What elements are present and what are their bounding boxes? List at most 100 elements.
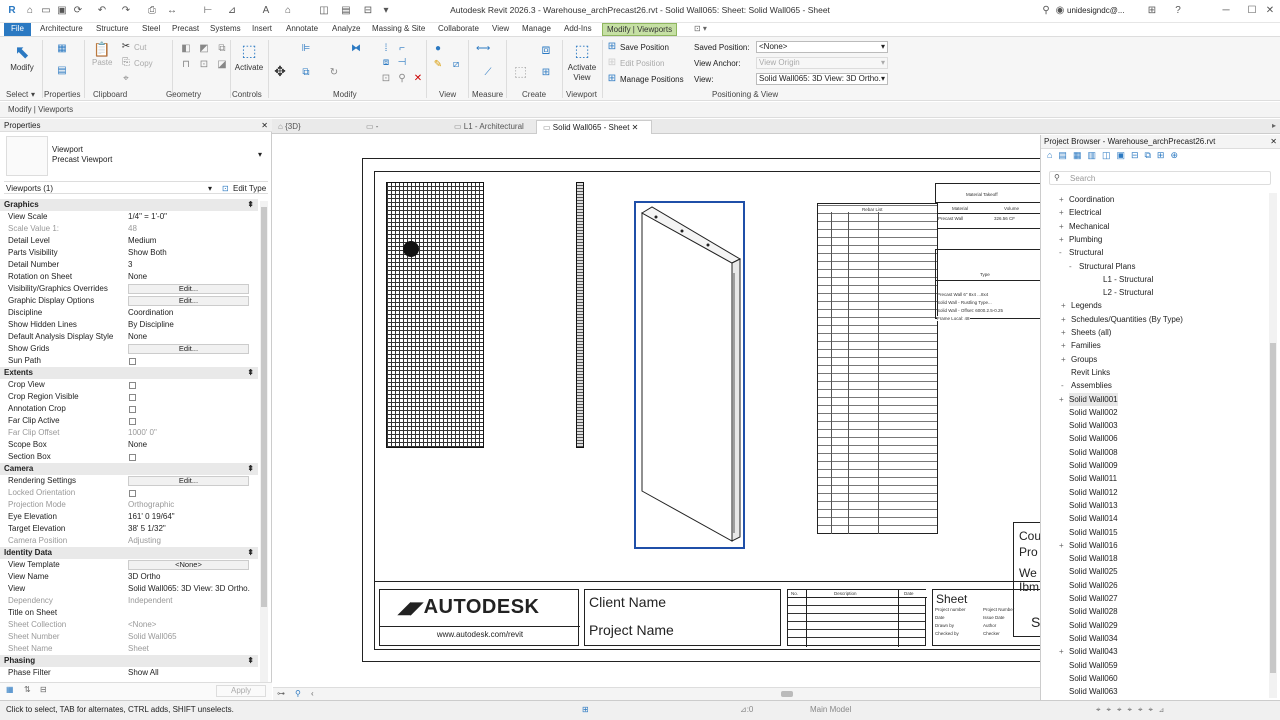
tree-item[interactable]: Solid Wall011	[1069, 472, 1117, 485]
tree-item[interactable]: Solid Wall013	[1069, 499, 1118, 512]
properties-help-icon[interactable]: ▦	[6, 685, 14, 694]
checkbox[interactable]	[129, 382, 136, 389]
prop-analysis-style[interactable]: Default Analysis Display Style None	[0, 331, 258, 343]
chevron-down-icon[interactable]: ▾	[31, 90, 35, 99]
tab-view[interactable]: View	[488, 23, 513, 36]
save-position-button[interactable]: Save Position	[620, 43, 669, 52]
hide-icon[interactable]: ●	[432, 43, 444, 55]
edit-button[interactable]: <None>	[128, 560, 249, 570]
checkbox[interactable]	[129, 394, 136, 401]
tab-architecture[interactable]: Architecture	[36, 23, 87, 36]
tree-item[interactable]: Solid Wall028	[1069, 605, 1118, 618]
activate-view-button[interactable]: ⬚ Activate View	[564, 41, 600, 83]
move-icon[interactable]: ✥	[274, 64, 286, 78]
prop-annotation-crop[interactable]: Annotation Crop	[0, 403, 258, 415]
tree-item[interactable]: Solid Wall063	[1069, 685, 1118, 698]
cart-icon[interactable]: ⊞	[1146, 5, 1158, 17]
tree-item[interactable]: + Solid Wall001	[1059, 392, 1118, 406]
tree-item[interactable]: - Structural Plans	[1069, 260, 1135, 273]
close-tab-icon[interactable]: ✕	[632, 123, 639, 132]
tab-analyze[interactable]: Analyze	[328, 23, 364, 36]
create-part-icon[interactable]: ⬚	[514, 64, 527, 78]
tree-item[interactable]: Solid Wall006	[1069, 432, 1118, 445]
user-icon[interactable]: ◉	[1054, 5, 1066, 17]
cut-icon[interactable]: ✂	[120, 41, 132, 53]
tab-overflow-icon[interactable]: ⊡ ▾	[690, 23, 711, 36]
paint-icon[interactable]: ◪	[216, 59, 228, 71]
section-camera[interactable]: Camera ⇞	[0, 463, 258, 475]
prop-far-clip-offset[interactable]: Far Clip Offset 1000' 0"	[0, 427, 258, 439]
edit-button[interactable]: Edit...	[128, 344, 249, 354]
split-face-icon[interactable]: ⊡	[198, 59, 210, 71]
tree-item[interactable]: Solid Wall026	[1069, 579, 1118, 592]
tree-item[interactable]: Solid Wall025	[1069, 565, 1118, 578]
tree-item[interactable]: L2 - Structural	[1103, 286, 1153, 299]
temp-hide-icon[interactable]: ⚲	[295, 689, 301, 698]
prop-detail-number[interactable]: Detail Number 3	[0, 259, 258, 271]
browser-toolbar-icons[interactable]: ⌂▤▦▥◫▣⊟⧉⊞⊕	[1041, 150, 1280, 164]
view-anchor-select[interactable]: View Origin ▾	[756, 57, 888, 69]
instance-filter[interactable]: Viewports (1) ▾ ⊡ Edit Type	[4, 181, 268, 194]
expand-icon[interactable]: +	[1059, 206, 1064, 219]
prop-scope-box[interactable]: Scope Box None	[0, 439, 258, 451]
prop-camera-position[interactable]: Camera Position Adjusting	[0, 535, 258, 547]
material-takeoff-schedule[interactable]: Material Takeoff Material Volume Precast…	[935, 183, 1048, 229]
tree-item[interactable]: + Solid Wall016	[1059, 539, 1118, 552]
tab-systems[interactable]: Systems	[206, 23, 245, 36]
type-selector[interactable]: Viewport Precast Viewport ▾	[4, 134, 268, 178]
prop-eye-elevation[interactable]: Eye Elevation 161' 0 19/64"	[0, 511, 258, 523]
activate-button[interactable]: ⬚ Activate	[232, 41, 266, 72]
prop-far-clip-active[interactable]: Far Clip Active	[0, 415, 258, 427]
tree-item[interactable]: + Sheets (all)	[1061, 326, 1111, 339]
tabs-menu-icon[interactable]: ▸	[1272, 121, 1276, 130]
tree-item[interactable]: Solid Wall009	[1069, 459, 1118, 472]
browser-scrollbar[interactable]	[1269, 193, 1277, 698]
scroll-left-icon[interactable]: ‹	[311, 689, 314, 698]
manage-positions-button[interactable]: Manage Positions	[620, 75, 684, 84]
section-identity[interactable]: Identity Data ⇞	[0, 547, 258, 559]
checkbox[interactable]	[129, 406, 136, 413]
pin-icon[interactable]: ⚲	[396, 73, 408, 85]
modify-button[interactable]: ⬉ Modify	[6, 41, 38, 72]
tab-collaborate[interactable]: Collaborate	[434, 23, 483, 36]
tab-manage[interactable]: Manage	[518, 23, 555, 36]
join-icon[interactable]: ⧉	[216, 43, 228, 55]
search-help-icon[interactable]: ⚲	[1040, 5, 1052, 17]
view-control-icon[interactable]: ⊶	[277, 689, 285, 698]
align-icon[interactable]: ⊫	[300, 43, 312, 55]
horizontal-scroll-thumb[interactable]	[781, 691, 793, 697]
close-icon[interactable]: ✕	[1264, 5, 1276, 17]
prop-detail-level[interactable]: Detail Level Medium	[0, 235, 258, 247]
expand-icon[interactable]: +	[1061, 339, 1066, 352]
prop-title-on-sheet[interactable]: Title on Sheet	[0, 607, 258, 619]
split-icon[interactable]: ⊣	[396, 57, 408, 69]
selection-toggle-icons[interactable]: ⌖⌖⌖⌖⌖⌖⊿	[1096, 701, 1170, 719]
panel-select[interactable]: Select	[6, 90, 28, 99]
prop-rotation[interactable]: Rotation on Sheet None	[0, 271, 258, 283]
tree-item[interactable]: Revit Links	[1071, 366, 1110, 379]
mirror-icon[interactable]: ⧓	[350, 43, 362, 55]
tree-item[interactable]: + Families	[1061, 339, 1101, 352]
override-graphics-icon[interactable]: ✎	[432, 59, 444, 71]
section-extents[interactable]: Extents ⇞	[0, 367, 258, 379]
prop-graphic-display[interactable]: Graphic Display Options Edit...	[0, 295, 258, 307]
prop-discipline[interactable]: Discipline Coordination	[0, 307, 258, 319]
checkbox[interactable]	[129, 454, 136, 461]
tab-annotate[interactable]: Annotate	[282, 23, 322, 36]
close-icon[interactable]: ✕	[1270, 135, 1277, 149]
tree-item[interactable]: L1 - Structural	[1103, 273, 1153, 286]
prop-sheet-name[interactable]: Sheet Name Sheet	[0, 643, 258, 655]
prop-target-elevation[interactable]: Target Elevation 38' 5 1/32"	[0, 523, 258, 535]
offset-icon[interactable]: ⧈	[380, 57, 392, 69]
tree-item[interactable]: Solid Wall060	[1069, 672, 1118, 685]
edit-button[interactable]: Edit...	[128, 476, 249, 486]
tree-item[interactable]: - Assemblies	[1061, 379, 1112, 392]
prop-parts-visibility[interactable]: Parts Visibility Show Both	[0, 247, 258, 259]
tree-item[interactable]: + Legends	[1061, 299, 1102, 312]
tab-l1-architectural[interactable]: ▭ L1 - Architectural	[448, 120, 536, 134]
scroll-thumb[interactable]	[261, 207, 267, 607]
expand-icon[interactable]: -	[1061, 379, 1064, 392]
prop-rendering[interactable]: Rendering Settings Edit...	[0, 475, 258, 487]
expand-icon[interactable]: -	[1059, 246, 1062, 259]
prop-sheet-number[interactable]: Sheet Number Solid Wall065	[0, 631, 258, 643]
